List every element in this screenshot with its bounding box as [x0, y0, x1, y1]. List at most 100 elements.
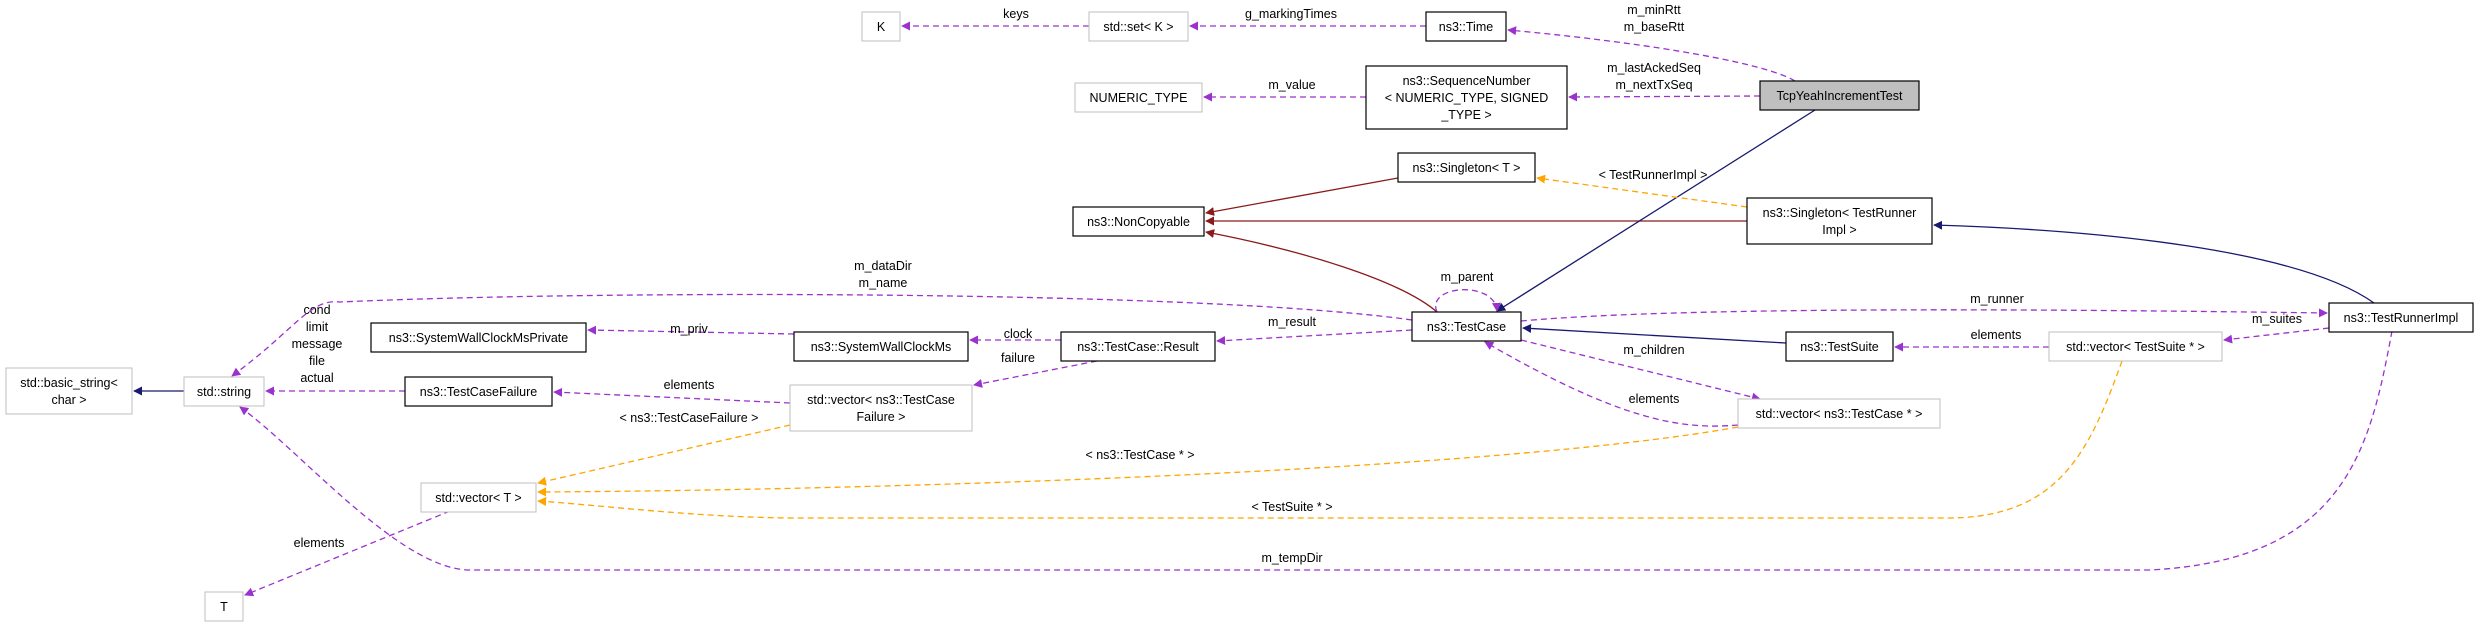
node-label: ns3::Singleton< TestRunner: [1763, 206, 1917, 220]
edge-line: [1205, 177, 1399, 216]
node-label: ns3::TestCase: [1427, 320, 1506, 334]
node-label: std::vector< ns3::TestCase: [807, 393, 955, 407]
edge-line: [1520, 308, 2328, 322]
node-label: std::vector< TestSuite * >: [2066, 340, 2205, 354]
node-box: [5, 367, 133, 415]
edge-label: clock: [1004, 327, 1033, 341]
node-label: K: [877, 20, 886, 34]
node-label: ns3::SystemWallClockMsPrivate: [389, 331, 568, 345]
node-noncopy[interactable]: ns3::NonCopyable: [1072, 206, 1205, 237]
node-label: std::string: [197, 385, 251, 399]
node-label: ns3::TestCase::Result: [1077, 340, 1199, 354]
edge-e10: < TestRunnerImpl >: [1536, 168, 1748, 208]
node-vecFail[interactable]: std::vector< ns3::TestCaseFailure >: [789, 384, 973, 432]
node-label: ns3::NonCopyable: [1087, 215, 1190, 229]
edge-label: m_lastAckedSeq: [1607, 61, 1701, 75]
node-label: T: [220, 600, 228, 614]
edge-e13: m_runner: [1520, 292, 2328, 322]
node-time[interactable]: ns3::Time: [1425, 11, 1507, 42]
edge-label: elements: [664, 378, 715, 392]
node-label: std::basic_string<: [20, 376, 118, 390]
edge-e25: < TestSuite * >: [537, 360, 2123, 519]
node-label: ns3::TestSuite: [1800, 340, 1879, 354]
node-testcase[interactable]: ns3::TestCase: [1411, 311, 1522, 342]
edge-label: elements: [1971, 328, 2022, 342]
node-swcm[interactable]: ns3::SystemWallClockMs: [793, 331, 969, 362]
edge-line: [1434, 289, 1501, 313]
edge-label: cond: [303, 303, 330, 317]
node-numeric[interactable]: NUMERIC_TYPE: [1074, 82, 1203, 113]
node-tcp[interactable]: TcpYeahIncrementTest: [1759, 80, 1920, 111]
edge-label: message: [292, 337, 343, 351]
edge-label: m_value: [1268, 78, 1315, 92]
node-swcmp[interactable]: ns3::SystemWallClockMsPrivate: [370, 322, 587, 353]
edge-line: [1568, 92, 1761, 102]
edge-line: [553, 387, 791, 404]
edge-line: [239, 330, 2393, 571]
edge-e16: m_priv: [587, 322, 795, 336]
node-basic[interactable]: std::basic_string<char >: [5, 367, 133, 415]
node-T[interactable]: T: [204, 591, 244, 622]
edge-e30: elements: [1894, 328, 2049, 352]
node-K[interactable]: K: [861, 11, 901, 42]
node-label: ns3::TestRunnerImpl: [2344, 311, 2459, 325]
edge-label: g_markingTimes: [1245, 7, 1337, 21]
edge-e22: m_tempDir: [239, 330, 2393, 571]
node-vecSuite[interactable]: std::vector< TestSuite * >: [2048, 331, 2223, 362]
edge-e6: [1205, 177, 1399, 216]
node-label: ns3::TestCaseFailure: [420, 385, 537, 399]
edge-line: [537, 360, 2123, 519]
node-suite[interactable]: ns3::TestSuite: [1785, 331, 1894, 362]
edge-label: < TestRunnerImpl >: [1599, 168, 1708, 182]
node-label: TcpYeahIncrementTest: [1776, 89, 1903, 103]
node-label: std::set< K >: [1103, 20, 1173, 34]
node-set[interactable]: std::set< K >: [1088, 11, 1189, 42]
edge-label: m_runner: [1970, 292, 2024, 306]
edge-line: [2223, 327, 2330, 344]
nodes: Kstd::set< K > ns3::TimeTcpYeahIncrementT…: [5, 11, 2474, 622]
node-failure[interactable]: ns3::TestCaseFailure: [404, 376, 553, 407]
node-box: [789, 384, 973, 432]
edge-line: [1205, 229, 1438, 313]
edge-line: [244, 510, 451, 597]
node-label: ns3::SystemWallClockMs: [811, 340, 952, 354]
edge-label: < ns3::TestCase * >: [1085, 448, 1194, 462]
node-label: NUMERIC_TYPE: [1090, 91, 1188, 105]
edge-e31: m_suites: [2223, 312, 2330, 344]
edge-line: [1522, 323, 1787, 344]
edge-label: limit: [306, 320, 329, 334]
node-seq[interactable]: ns3::SequenceNumber< NUMERIC_TYPE, SIGNE…: [1365, 65, 1568, 130]
node-box: [1746, 197, 1933, 245]
node-vecT[interactable]: std::vector< T >: [420, 482, 537, 513]
edge-label: m_minRtt: [1627, 3, 1681, 17]
edge-label: m_parent: [1441, 270, 1494, 284]
node-label: ns3::Time: [1439, 20, 1493, 34]
node-singTR[interactable]: ns3::Singleton< TestRunnerImpl >: [1746, 197, 1933, 245]
edge-e5: m_value: [1203, 78, 1366, 102]
edge-label: m_baseRtt: [1624, 20, 1685, 34]
edge-e15: clock: [969, 327, 1061, 345]
collaboration-diagram: keys g_markingTimes m_minRtt m_baseRtt m_las…: [5, 3, 2474, 622]
edge-label: m_tempDir: [1261, 551, 1322, 565]
node-label: std::vector< T >: [435, 491, 521, 505]
node-result[interactable]: ns3::TestCase::Result: [1060, 331, 1216, 362]
edge-label: failure: [1001, 351, 1035, 365]
edge-label: m_nextTxSeq: [1615, 78, 1692, 92]
node-singT[interactable]: ns3::Singleton< T >: [1397, 152, 1536, 183]
edge-e26: elements: [244, 510, 451, 597]
edge-e12: m_parent: [1434, 270, 1501, 313]
node-vecCase[interactable]: std::vector< ns3::TestCase * >: [1737, 398, 1941, 429]
node-label: < NUMERIC_TYPE, SIGNED: [1385, 91, 1549, 105]
node-runner[interactable]: ns3::TestRunnerImpl: [2328, 302, 2474, 333]
edge-label: m_result: [1268, 315, 1316, 329]
node-label: char >: [51, 393, 86, 407]
node-string[interactable]: std::string: [183, 376, 265, 407]
edge-e2: g_markingTimes: [1189, 7, 1426, 31]
edge-label: m_children: [1623, 343, 1684, 357]
edge-e18: elements: [553, 378, 791, 404]
edge-label: file: [309, 354, 325, 368]
edge-label: keys: [1003, 7, 1029, 21]
edge-e23: < ns3::TestCaseFailure >: [537, 411, 791, 486]
edge-e4: m_lastAckedSeq m_nextTxSeq: [1568, 61, 1761, 102]
edge-e27: m_children: [1520, 339, 1761, 402]
